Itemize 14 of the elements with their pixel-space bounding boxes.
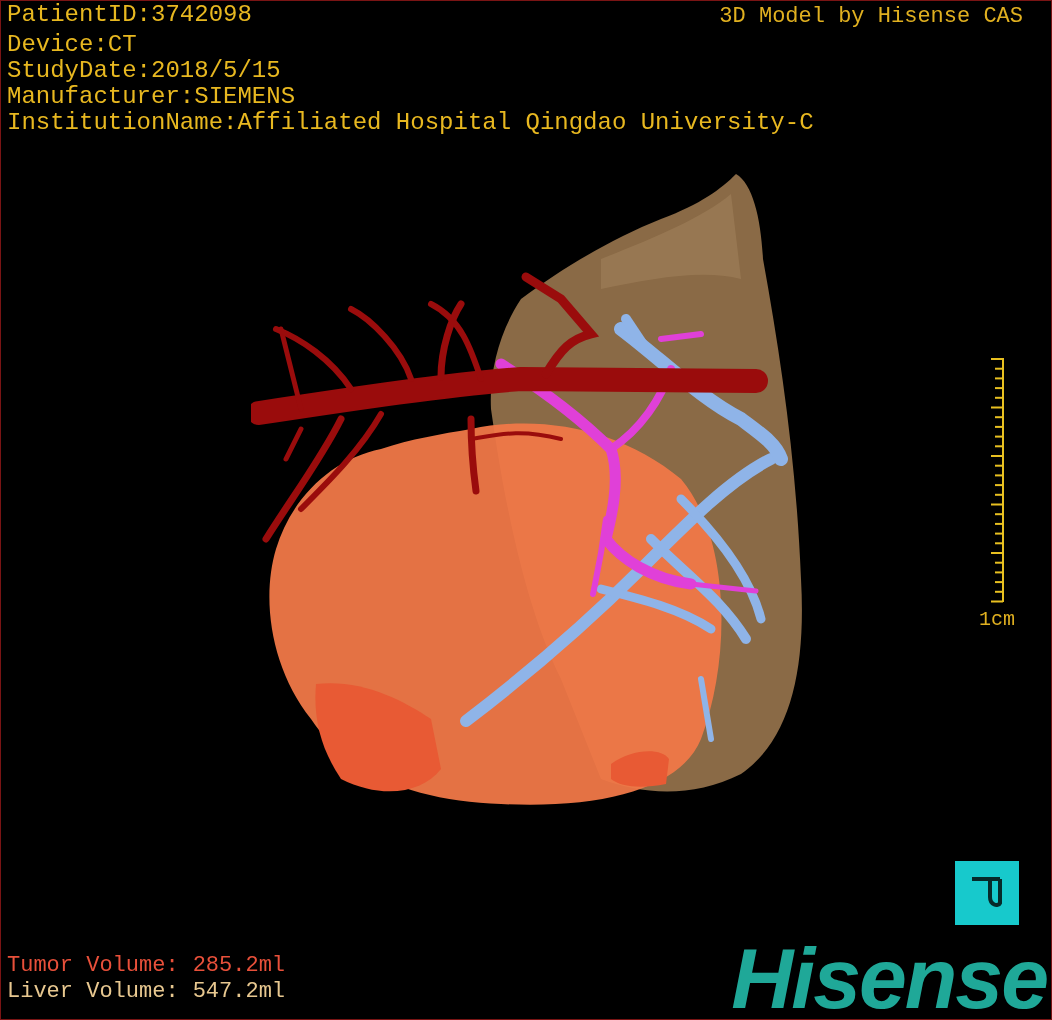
- volume-label: Tumor Volume:: [7, 953, 179, 979]
- brand-logo: Hisense: [731, 943, 1048, 1013]
- volume-value: 285.2ml: [192, 953, 286, 979]
- info-line: StudyDate:2018/5/15: [7, 58, 282, 84]
- volume-value: 547.2ml: [192, 979, 286, 1005]
- viewer-title: 3D Model by Hisense CAS: [719, 3, 1023, 31]
- info-line: PatientID:3742098: [7, 2, 252, 28]
- info-line: Manufacturer:SIEMENS: [7, 84, 297, 110]
- info-line: Device:CT: [7, 32, 138, 58]
- scale-label: 1cm: [979, 608, 1015, 631]
- tool-button[interactable]: [955, 861, 1019, 925]
- scale-bar-icon: [989, 356, 1005, 605]
- volume-label: Liver Volume:: [7, 979, 179, 1005]
- info-line: InstitutionName:Affiliated Hospital Qingdao University-C: [7, 110, 815, 136]
